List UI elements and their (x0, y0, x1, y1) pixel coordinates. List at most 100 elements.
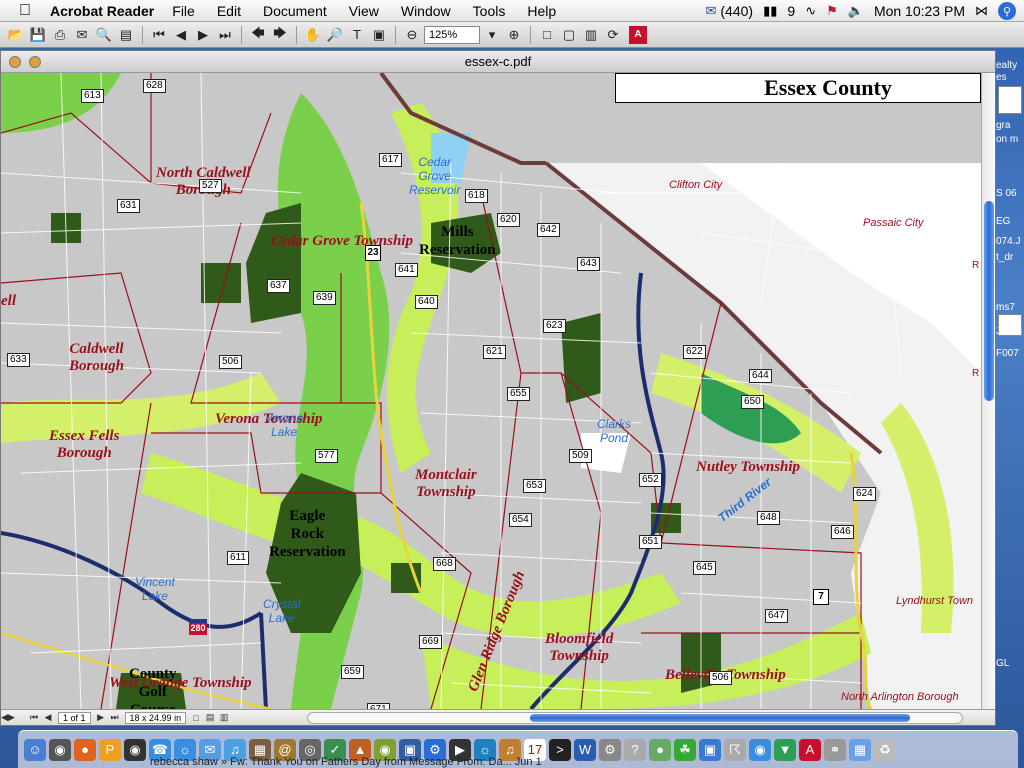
toolbar-divider (395, 25, 396, 44)
dock-window-labels: rebecca shaw » Fw: Thank You on Fathers … (150, 756, 542, 768)
forward-icon[interactable]: 🡆 (270, 25, 290, 45)
help-icon[interactable]: ? (624, 738, 646, 761)
battery-icon[interactable]: ▮▮ (763, 3, 777, 19)
hand-tool-icon[interactable]: ✋ (303, 25, 323, 45)
terminal-icon[interactable]: > (549, 738, 571, 761)
dashboard-icon[interactable]: ◉ (124, 738, 146, 761)
first-page-icon[interactable]: ⏮ (149, 25, 169, 45)
app-icon[interactable]: ◉ (749, 738, 771, 761)
continuous-icon[interactable]: ▤ (203, 712, 217, 723)
zoom-field[interactable]: 125% (424, 25, 480, 44)
bluetooth-icon[interactable]: ⋈ (975, 3, 988, 19)
town-cedar-grove: Cedar Grove Township (271, 233, 413, 249)
email-icon[interactable]: ✉ (72, 25, 92, 45)
eagle-rock-reservation: Eagle Rock Reservation (269, 508, 346, 560)
actual-size-icon[interactable]: □ (537, 25, 557, 45)
vertical-scrollbar[interactable] (981, 73, 995, 709)
volume-icon[interactable]: 🔈 (848, 3, 864, 19)
preview-icon[interactable]: ◉ (49, 738, 71, 761)
next-page-icon[interactable]: ▶ (193, 25, 213, 45)
app-icon[interactable]: ▣ (699, 738, 721, 761)
first-page-button[interactable]: ⏮ (27, 712, 41, 723)
trash-icon[interactable]: ♻ (874, 738, 896, 761)
select-text-icon[interactable]: T (347, 25, 367, 45)
page-indicator[interactable]: 1 of 1 (58, 711, 91, 724)
desktop-label: on m (996, 134, 1019, 145)
route-shield: 624 (853, 487, 876, 501)
wifi-icon[interactable]: ∿ (805, 3, 816, 19)
open-icon[interactable]: 📂 (6, 25, 26, 45)
horizontal-scrollbar[interactable] (307, 712, 963, 724)
map-view[interactable]: Essex County North Caldwell Borough Ceda… (1, 73, 981, 709)
desktop-label: ms7 (996, 302, 1015, 313)
zoom-out-icon[interactable]: ⊖ (402, 25, 422, 45)
city-north-arlington: North Arlington Borough (841, 691, 959, 703)
route-shield: 639 (313, 291, 336, 305)
menubar-extra[interactable]: 9 (787, 3, 795, 19)
desktop-label: JPEG (996, 326, 1023, 337)
route-shield: 654 (509, 513, 532, 527)
route-shield: 668 (433, 557, 456, 571)
route-shield: 655 (507, 387, 530, 401)
finder-icon[interactable]: ☺ (24, 738, 46, 761)
app-icon[interactable]: ☈ (724, 738, 746, 761)
firefox-icon[interactable]: ● (74, 738, 96, 761)
panel-icon[interactable]: ▤ (116, 25, 136, 45)
menu-window[interactable]: Window (401, 3, 451, 19)
zoom-tool-icon[interactable]: 🔎 (325, 25, 345, 45)
desktop-label: F007 (996, 348, 1019, 359)
last-page-icon[interactable]: ⏭ (215, 25, 235, 45)
zoom-in-icon[interactable]: ⊕ (504, 25, 524, 45)
menubar-extras: ✉ (440) ▮▮ 9 ∿ ⚑ 🔈 Mon 10:23 PM ⋈ ⚲ (705, 0, 1016, 22)
menu-edit[interactable]: Edit (217, 3, 241, 19)
desktop-label: R (972, 368, 980, 379)
prev-page-icon[interactable]: ◀ (171, 25, 191, 45)
fit-width-icon[interactable]: ▥ (581, 25, 601, 45)
menu-view[interactable]: View (349, 3, 379, 19)
single-page-icon[interactable]: □ (189, 713, 203, 723)
app-icon[interactable]: ● (649, 738, 671, 761)
mail-count[interactable]: (440) (720, 3, 753, 19)
toolbar: 📂 💾 ⎙ ✉ 🔍 ▤ ⏮ ◀ ▶ ⏭ 🡄 🡆 ✋ 🔎 T ▣ ⊖ 125% ▾… (0, 22, 1024, 48)
mail-icon[interactable]: ✉ (705, 3, 716, 19)
menu-tools[interactable]: Tools (473, 3, 506, 19)
acrobat-icon[interactable]: A (799, 738, 821, 761)
horizontal-scroll-thumb[interactable] (530, 714, 910, 722)
route-shield: 646 (831, 525, 854, 539)
menu-help[interactable]: Help (527, 3, 556, 19)
route-shield: 577 (315, 449, 338, 463)
app-icon[interactable]: ▼ (774, 738, 796, 761)
route-shield: 7 (813, 589, 829, 605)
back-icon[interactable]: 🡄 (248, 25, 268, 45)
menu-document[interactable]: Document (263, 3, 327, 19)
print-icon[interactable]: ⎙ (50, 25, 70, 45)
snapshot-icon[interactable]: ▣ (369, 25, 389, 45)
app-icon[interactable]: ⚭ (824, 738, 846, 761)
facing-icon[interactable]: ▥ (217, 712, 231, 723)
app-icon[interactable]: ⚙ (599, 738, 621, 761)
find-icon[interactable]: 🔍 (94, 25, 114, 45)
last-page-button[interactable]: ⏭ (108, 712, 122, 723)
nav-panel-toggle-icon[interactable]: ◀▶ (1, 712, 15, 723)
apple-menu-icon[interactable]:  (14, 2, 36, 20)
folder-icon[interactable]: ▦ (849, 738, 871, 761)
vertical-scroll-thumb[interactable] (984, 201, 994, 401)
adobe-logo-icon[interactable]: A (629, 25, 647, 44)
menu-file[interactable]: File (172, 3, 195, 19)
flag-icon[interactable]: ⚑ (826, 3, 838, 19)
prev-page-button[interactable]: ◀ (41, 712, 55, 723)
spotlight-icon[interactable]: ⚲ (998, 2, 1016, 20)
route-shield: 628 (143, 79, 166, 93)
rotate-icon[interactable]: ⟳ (603, 25, 623, 45)
zoom-dropdown-icon[interactable]: ▾ (482, 25, 502, 45)
save-icon[interactable]: 💾 (28, 25, 48, 45)
app-icon[interactable]: P (99, 738, 121, 761)
app-icon[interactable]: ☘ (674, 738, 696, 761)
document-icon[interactable] (998, 86, 1022, 114)
fit-page-icon[interactable]: ▢ (559, 25, 579, 45)
clock[interactable]: Mon 10:23 PM (874, 3, 965, 19)
document-window: essex-c.pdf Essex County North Caldwell … (0, 50, 996, 726)
next-page-button[interactable]: ▶ (94, 712, 108, 723)
word-icon[interactable]: W (574, 738, 596, 761)
app-menu[interactable]: Acrobat Reader (50, 3, 154, 19)
